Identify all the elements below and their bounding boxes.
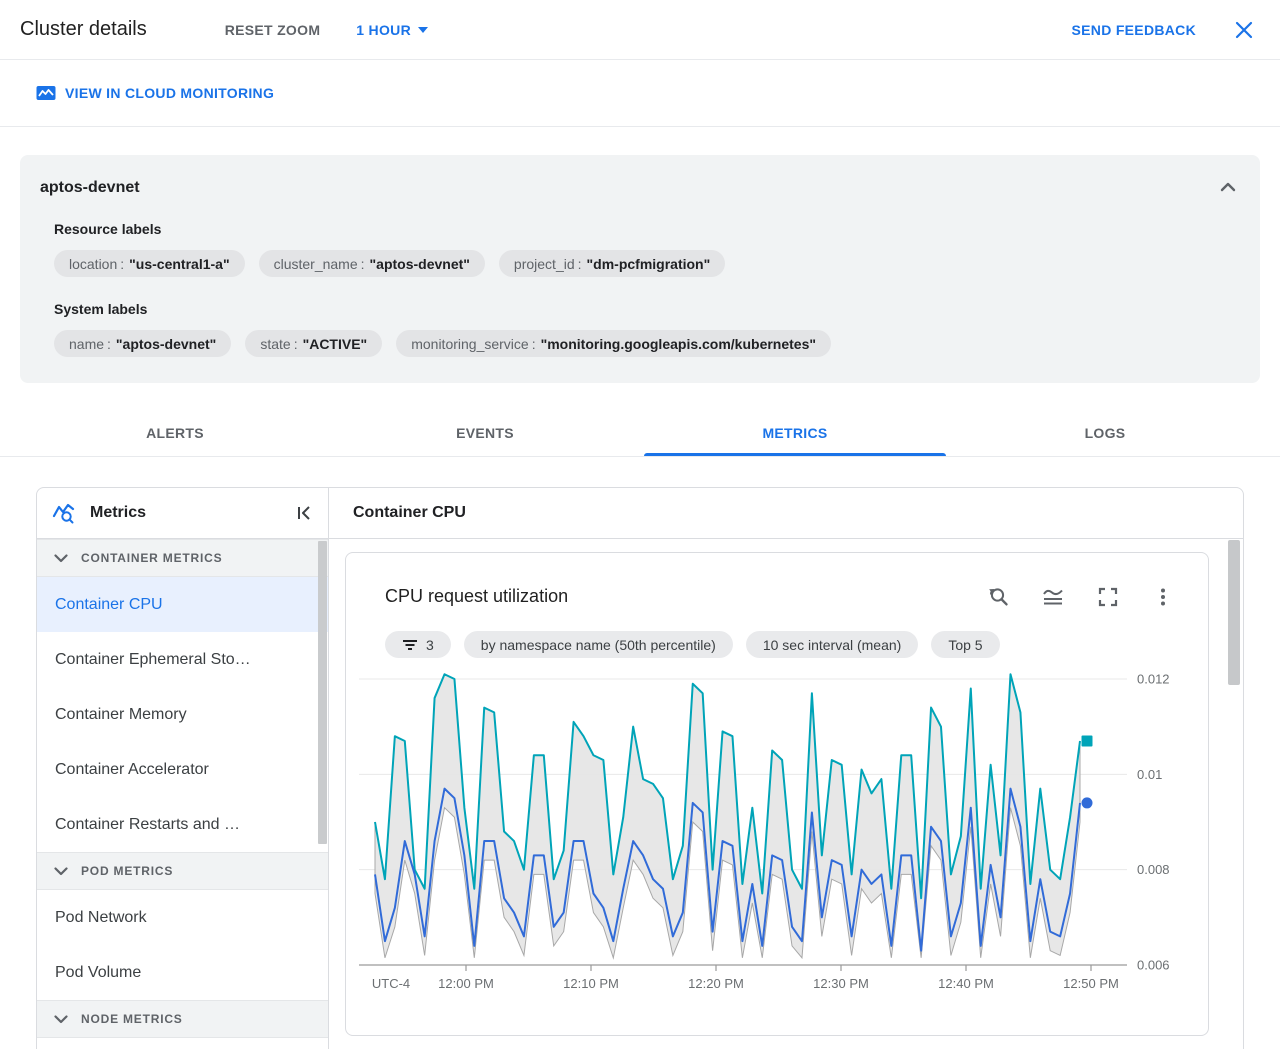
sidebar-item-pod-volume[interactable]: Pod Volume [37, 945, 328, 1000]
main-scrollbar[interactable] [1228, 540, 1240, 685]
area-chart-toggle-button[interactable] [1041, 585, 1065, 609]
series-lower-end-marker [1081, 797, 1093, 809]
section-container-metrics[interactable]: CONTAINER METRICS [37, 539, 328, 577]
filter-icon [403, 639, 417, 650]
cluster-name: aptos-devnet [40, 179, 140, 196]
svg-text:0.01: 0.01 [1137, 767, 1162, 782]
label-chip-cluster-name: cluster_name: "aptos-devnet" [258, 250, 485, 277]
svg-text:12:10 PM: 12:10 PM [563, 976, 619, 991]
section-node-metrics[interactable]: NODE METRICS [37, 1000, 328, 1038]
time-range-label: 1 HOUR [356, 21, 411, 38]
cpu-utilization-chart[interactable]: 0.012 0.01 0.008 0.006 UTC-4 12:00 PM 12:10 PM… [346, 663, 1210, 1007]
sidebar-title: Metrics [90, 504, 147, 521]
system-labels-title: System labels [54, 301, 148, 317]
system-labels-chips: name: "aptos-devnet" state: "ACTIVE" monit… [54, 330, 1240, 357]
time-range-dropdown[interactable]: 1 HOUR [356, 22, 428, 38]
chevron-down-icon [54, 553, 68, 562]
chevron-down-icon [54, 866, 68, 875]
minmax-band [374, 673, 1081, 960]
label-chip-project-id: project_id: "dm-pcfmigration" [498, 250, 726, 277]
page-title: Cluster details [20, 18, 147, 40]
tab-alerts[interactable]: ALERTS [20, 409, 330, 456]
cluster-summary-card: aptos-devnet Resource labels location: "u… [20, 155, 1260, 383]
reset-zoom-button[interactable]: RESET ZOOM [225, 22, 321, 38]
tab-logs[interactable]: LOGS [950, 409, 1260, 456]
svg-text:0.006: 0.006 [1137, 957, 1170, 972]
more-vert-icon [1161, 588, 1165, 606]
section-pod-metrics[interactable]: POD METRICS [37, 852, 328, 890]
chart-card: CPU request utilization 3 by namespace n… [345, 552, 1209, 1036]
fullscreen-icon [1098, 587, 1118, 607]
chart-filter-chips: 3 by namespace name (50th percentile) 10… [385, 631, 1000, 658]
area-chart-icon [1043, 589, 1063, 605]
resource-labels-block: Resource labels location: "us-central1-a"… [54, 221, 1240, 357]
sidebar-list: CONTAINER METRICS Container CPU Containe… [37, 539, 328, 1038]
svg-text:0.012: 0.012 [1137, 672, 1170, 687]
view-in-cloud-monitoring-link[interactable]: VIEW IN CLOUD MONITORING [36, 85, 274, 101]
tab-events[interactable]: EVENTS [330, 409, 640, 456]
sidebar-scrollbar[interactable] [318, 541, 327, 844]
more-options-button[interactable] [1151, 585, 1175, 609]
metrics-content: Metrics CONTAINER METRICS Container CPU [36, 487, 1244, 1049]
cluster-details-panel: Cluster details RESET ZOOM 1 HOUR SEND F… [0, 0, 1280, 1049]
zoom-reset-button[interactable] [986, 585, 1010, 609]
cloud-monitoring-icon [36, 86, 56, 100]
svg-text:12:20 PM: 12:20 PM [688, 976, 744, 991]
metric-detail-panel: Container CPU CPU request utilization 3 … [329, 488, 1243, 1049]
svg-text:12:50 PM: 12:50 PM [1063, 976, 1119, 991]
zoom-reset-icon [989, 588, 1008, 606]
chevron-down-icon [417, 26, 428, 33]
send-feedback-button[interactable]: SEND FEEDBACK [1072, 22, 1196, 38]
collapse-panel-icon [298, 506, 310, 520]
svg-text:0.008: 0.008 [1137, 862, 1170, 877]
label-chip-state: state: "ACTIVE" [245, 330, 383, 357]
svg-text:12:30 PM: 12:30 PM [813, 976, 869, 991]
metrics-sidebar: Metrics CONTAINER METRICS Container CPU [37, 488, 329, 1049]
sidebar-header: Metrics [37, 488, 328, 539]
chevron-up-icon [1220, 182, 1236, 192]
collapse-card-button[interactable] [1214, 173, 1242, 201]
monitoring-link-bar: VIEW IN CLOUD MONITORING [0, 60, 1280, 127]
series-upper-end-marker [1081, 735, 1093, 747]
label-chip-name: name: "aptos-devnet" [54, 330, 232, 357]
interval-chip[interactable]: 10 sec interval (mean) [745, 631, 919, 658]
top-n-chip[interactable]: Top 5 [931, 631, 1000, 658]
tab-metrics[interactable]: METRICS [640, 409, 950, 456]
metrics-explorer-icon [52, 503, 75, 524]
close-icon [1235, 21, 1253, 38]
sidebar-item-container-accelerator[interactable]: Container Accelerator [37, 742, 328, 797]
sidebar-item-container-restarts[interactable]: Container Restarts and … [37, 797, 328, 852]
collapse-sidebar-button[interactable] [294, 503, 314, 523]
group-by-chip[interactable]: by namespace name (50th percentile) [463, 631, 733, 658]
close-button[interactable] [1230, 16, 1258, 44]
chart-title: CPU request utilization [385, 586, 569, 606]
sidebar-item-pod-network[interactable]: Pod Network [37, 890, 328, 945]
svg-text:12:00 PM: 12:00 PM [438, 976, 494, 991]
svg-text:UTC-4: UTC-4 [372, 976, 410, 991]
sidebar-item-container-ephemeral-storage[interactable]: Container Ephemeral Sto… [37, 632, 328, 687]
chart-toolbar [986, 585, 1175, 609]
fullscreen-button[interactable] [1096, 585, 1120, 609]
panel-title: Container CPU [329, 488, 1243, 539]
label-chip-location: location: "us-central1-a" [54, 250, 245, 277]
resource-labels-chips: location: "us-central1-a" cluster_name: "a… [54, 250, 1240, 277]
filter-count-chip[interactable]: 3 [385, 631, 451, 658]
view-in-cloud-monitoring-label: VIEW IN CLOUD MONITORING [65, 85, 275, 101]
tab-bar: ALERTS EVENTS METRICS LOGS [0, 409, 1280, 457]
resource-labels-title: Resource labels [54, 221, 162, 237]
sidebar-item-container-memory[interactable]: Container Memory [37, 687, 328, 742]
label-chip-monitoring-service: monitoring_service: "monitoring.googleapi… [396, 330, 832, 357]
sidebar-item-container-cpu[interactable]: Container CPU [37, 577, 328, 632]
svg-text:12:40 PM: 12:40 PM [938, 976, 994, 991]
chevron-down-icon [54, 1014, 68, 1023]
top-bar: Cluster details RESET ZOOM 1 HOUR SEND F… [0, 0, 1280, 60]
